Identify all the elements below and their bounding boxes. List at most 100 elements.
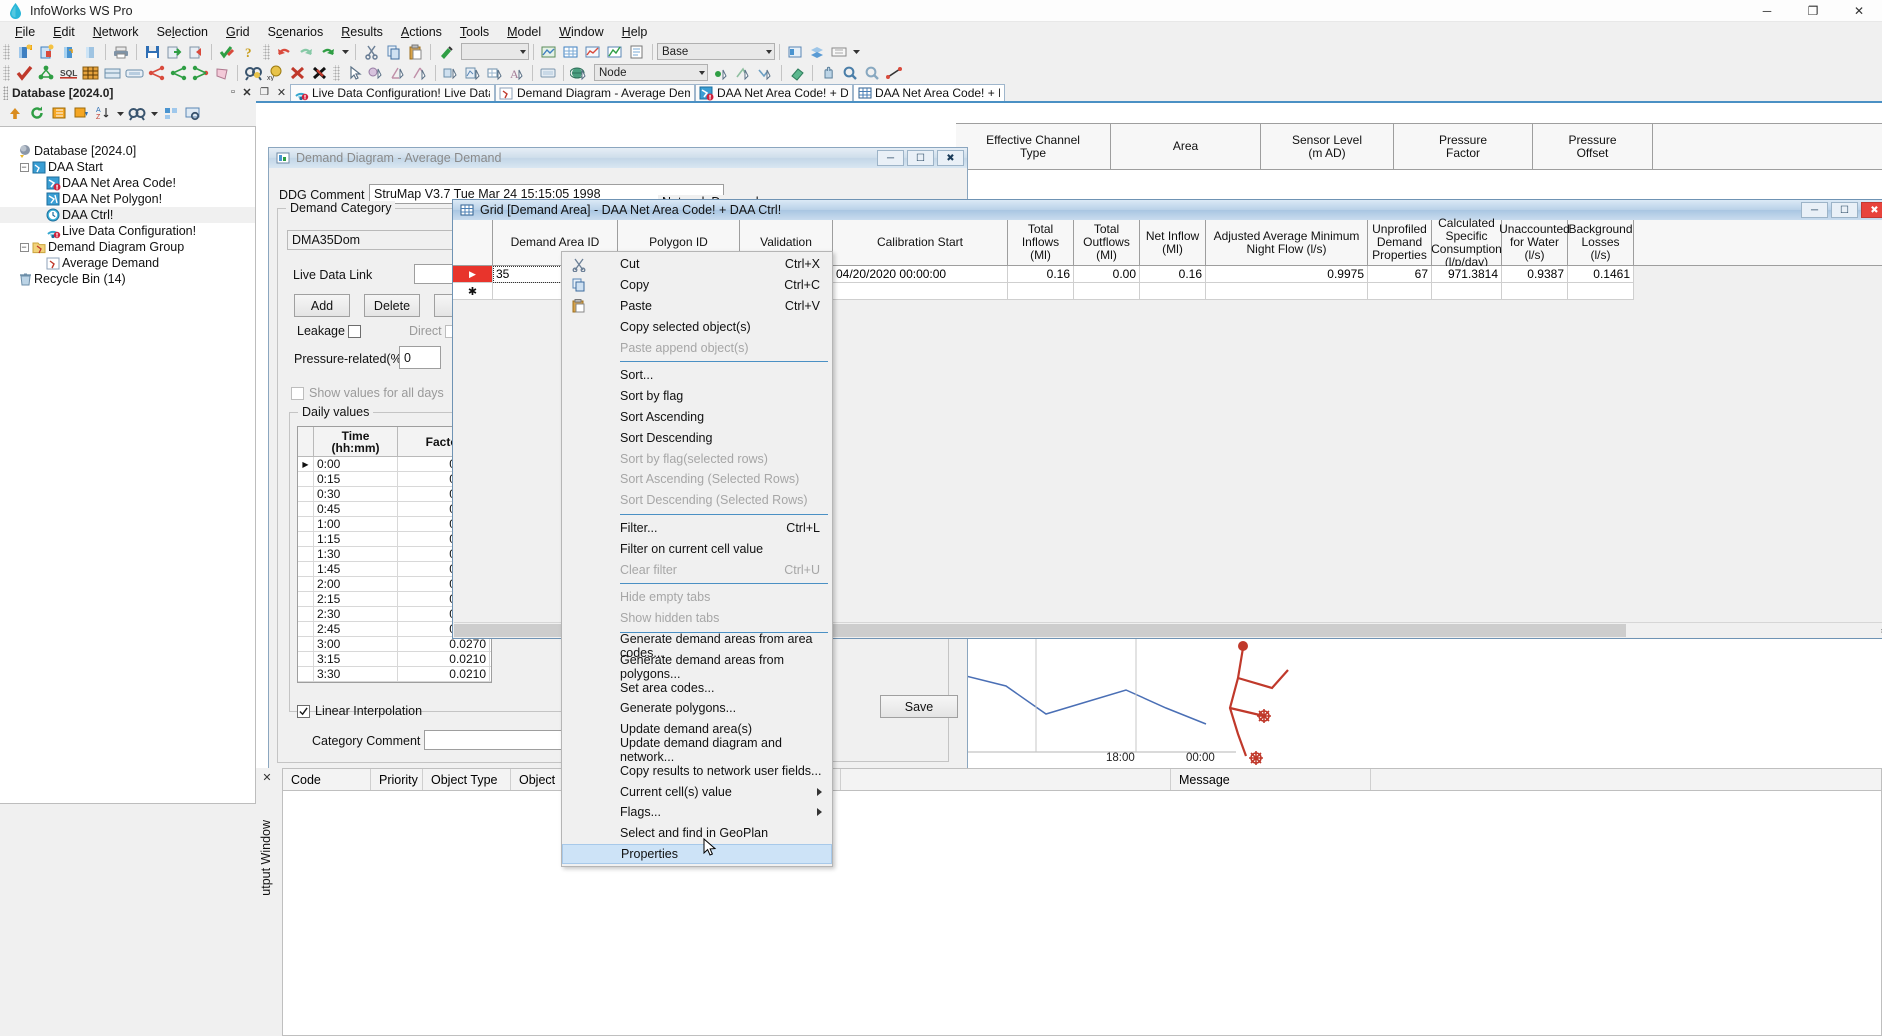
tree-item-database-2024-0[interactable]: Database [2024.0] xyxy=(0,143,255,159)
group-icon[interactable] xyxy=(160,103,182,123)
measure-icon[interactable] xyxy=(883,63,905,83)
new-network-icon[interactable] xyxy=(13,42,35,62)
output-column-header[interactable] xyxy=(841,769,1171,790)
longsection-icon[interactable] xyxy=(582,42,604,62)
tree-item-daa-net-area-code[interactable]: DAA Net Area Code! xyxy=(0,175,255,191)
background-grid-column-header[interactable]: PressureOffset xyxy=(1533,124,1653,169)
toolbar-grip[interactable] xyxy=(333,65,340,81)
background-layer-icon[interactable] xyxy=(537,63,559,83)
insert-text-icon[interactable]: A xyxy=(506,63,528,83)
menu-edit[interactable]: Edit xyxy=(44,23,84,41)
find-icon[interactable] xyxy=(242,63,264,83)
open-icon[interactable] xyxy=(57,42,79,62)
panel-close-icon[interactable]: ✕ xyxy=(240,85,254,99)
grid-cell-empty[interactable] xyxy=(1140,283,1206,300)
demand-diagram-title-bar[interactable]: Demand Diagram - Average Demand ─ ☐ ✖ xyxy=(269,148,967,168)
dd-close-button[interactable]: ✖ xyxy=(937,150,964,166)
menu-results[interactable]: Results xyxy=(332,23,392,41)
zoom-out-icon[interactable] xyxy=(861,63,883,83)
database-tree[interactable]: Database [2024.0]−DAA StartDAA Net Area … xyxy=(0,126,256,804)
add-button[interactable]: Add xyxy=(294,294,350,317)
grid-column-header[interactable]: Calibration Start xyxy=(833,220,1008,265)
daily-values-row[interactable]: 3:000.0270 xyxy=(298,637,491,652)
grid-cell[interactable]: 0.9387 xyxy=(1502,266,1568,283)
grid-column-header[interactable] xyxy=(453,220,493,265)
menu-grid[interactable]: Grid xyxy=(217,23,259,41)
context-menu-item-flags[interactable]: Flags... xyxy=(562,802,832,823)
maximize-button[interactable]: ❐ xyxy=(1790,0,1836,22)
daily-values-row[interactable]: 3:300.0210 xyxy=(298,667,491,682)
sort-az-icon[interactable]: AZ xyxy=(92,103,114,123)
save-icon[interactable] xyxy=(141,42,163,62)
search-binoculars-icon[interactable] xyxy=(126,103,148,123)
grid-cell-empty[interactable] xyxy=(1568,283,1634,300)
context-menu-item-sort[interactable]: Sort... xyxy=(562,365,832,386)
tree-expander-icon[interactable]: − xyxy=(18,159,30,175)
toolbar-grip[interactable] xyxy=(3,44,10,60)
trace-downstream-icon[interactable] xyxy=(167,63,189,83)
tree-item-daa-start[interactable]: −DAA Start xyxy=(0,159,255,175)
insert-link-icon[interactable] xyxy=(462,63,484,83)
output-close-icon[interactable]: ✕ xyxy=(260,770,274,784)
grid-cell[interactable]: 971.3814 xyxy=(1432,266,1502,283)
redo-dropdown-icon[interactable] xyxy=(339,42,351,62)
mdi-tab-3[interactable]: DAA Net Area Code! + DAA Ctrl! xyxy=(695,84,853,101)
output-column-header[interactable]: Code xyxy=(283,769,371,790)
scenario-dropdown-icon[interactable] xyxy=(850,42,862,62)
cut-icon[interactable] xyxy=(360,42,382,62)
grid-cell[interactable]: 0.1461 xyxy=(1568,266,1634,283)
menu-tools[interactable]: Tools xyxy=(451,23,498,41)
tree-item-recycle-bin-14[interactable]: Recycle Bin (14) xyxy=(0,271,255,287)
select-pointer-icon[interactable] xyxy=(343,63,365,83)
grid-cell[interactable]: 67 xyxy=(1368,266,1432,283)
sort-dropdown-icon[interactable] xyxy=(114,103,126,123)
paste-icon[interactable] xyxy=(404,42,426,62)
grid-column-header[interactable]: Net Inflow(Ml) xyxy=(1140,220,1206,265)
grid-maximize-button[interactable]: ☐ xyxy=(1831,202,1858,218)
context-menu-item-properties[interactable]: Properties xyxy=(562,844,832,865)
delete-button[interactable]: Delete xyxy=(364,294,420,317)
base-scenario-combo[interactable]: Base xyxy=(657,43,775,60)
eraser-icon[interactable] xyxy=(786,63,808,83)
grid-cell-empty[interactable] xyxy=(1368,283,1432,300)
context-menu-item-generate-polygons[interactable]: Generate polygons... xyxy=(562,698,832,719)
sql-icon[interactable]: SQL xyxy=(57,63,79,83)
grid-column-header[interactable]: Total Inflows(Ml) xyxy=(1008,220,1074,265)
panel-grip[interactable] xyxy=(3,86,8,100)
context-menu-item-paste[interactable]: PasteCtrl+V xyxy=(562,296,832,317)
background-grid-column-header[interactable]: Area xyxy=(1111,124,1261,169)
scenario-combo[interactable] xyxy=(461,43,529,60)
profile-grid-icon[interactable] xyxy=(101,63,123,83)
context-menu-item-cut[interactable]: CutCtrl+X xyxy=(562,254,832,275)
background-grid-column-header[interactable]: Effective ChannelType xyxy=(956,124,1111,169)
leakage-checkbox[interactable] xyxy=(348,325,361,338)
paint-icon[interactable] xyxy=(435,42,457,62)
geoplan-icon[interactable] xyxy=(538,42,560,62)
tree-item-live-data-configuration[interactable]: Live Data Configuration! xyxy=(0,223,255,239)
context-menu-item-select-and-find-in-geoplan[interactable]: Select and find in GeoPlan xyxy=(562,823,832,844)
menu-actions[interactable]: Actions xyxy=(392,23,451,41)
panel-pin-icon[interactable]: ▫ xyxy=(226,85,240,99)
grid-cell-empty[interactable] xyxy=(833,283,1008,300)
open-readonly-icon[interactable] xyxy=(79,42,101,62)
grid-view-icon[interactable] xyxy=(560,42,582,62)
toolbar-grip[interactable] xyxy=(263,44,270,60)
mdi-tab-1[interactable]: Live Data Configuration! Live Data Point xyxy=(290,84,495,101)
grid-cell[interactable]: 0.9975 xyxy=(1206,266,1368,283)
grid-column-header[interactable]: BackgroundLosses (l/s) xyxy=(1568,220,1634,265)
context-menu-item-copy-results-to-network-user-fields[interactable]: Copy results to network user fields... xyxy=(562,760,832,781)
snap-node-icon[interactable] xyxy=(711,63,733,83)
context-menu-item-set-area-codes[interactable]: Set area codes... xyxy=(562,677,832,698)
menu-network[interactable]: Network xyxy=(84,23,148,41)
tree-item-average-demand[interactable]: Average Demand xyxy=(0,255,255,271)
redo-icon[interactable] xyxy=(295,42,317,62)
search-dropdown-icon[interactable] xyxy=(148,103,160,123)
minimize-button[interactable]: ─ xyxy=(1744,0,1790,22)
delete-icon[interactable] xyxy=(286,63,308,83)
grid-cell[interactable]: 0.00 xyxy=(1074,266,1140,283)
scenario-mgr-icon[interactable] xyxy=(828,42,850,62)
new-run-icon[interactable] xyxy=(35,42,57,62)
select-link-left-icon[interactable] xyxy=(387,63,409,83)
grid-cell-empty[interactable] xyxy=(1502,283,1568,300)
context-menu-item-filter[interactable]: Filter...Ctrl+L xyxy=(562,518,832,539)
